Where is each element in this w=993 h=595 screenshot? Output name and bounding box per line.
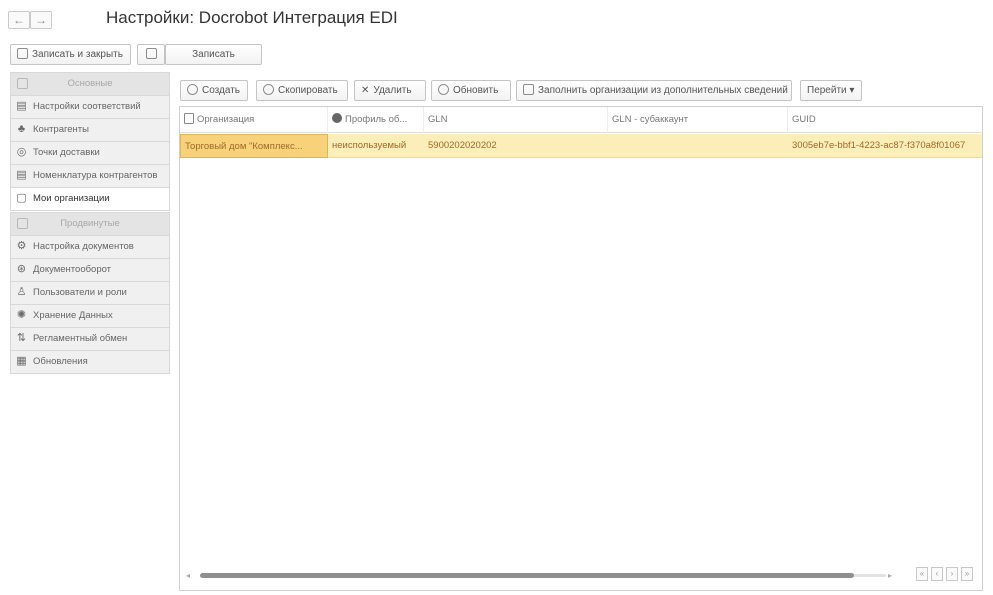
sidebar-item-updates[interactable]: ▦ Обновления bbox=[10, 351, 170, 374]
sidebar-item-mapping[interactable]: ▤ Настройки соответствий bbox=[10, 96, 170, 119]
scroll-thumb[interactable] bbox=[200, 573, 854, 578]
copy-button[interactable]: Скопировать bbox=[256, 80, 348, 101]
document-icon: ▤ bbox=[16, 169, 27, 181]
pager-first-button[interactable]: « bbox=[916, 567, 928, 581]
sidebar-item-users-roles[interactable]: ♙ Пользователи и роли bbox=[10, 282, 170, 305]
database-icon: ✺ bbox=[16, 309, 27, 321]
floppy-button[interactable] bbox=[137, 44, 165, 65]
sidebar-item-workflow[interactable]: ⊛ Документооборот bbox=[10, 259, 170, 282]
save-and-close-button[interactable]: Записать и закрыть bbox=[10, 44, 131, 65]
column-header-profile[interactable]: Профиль об... bbox=[328, 107, 424, 133]
arrow-left-icon: ← bbox=[13, 13, 25, 27]
refresh-icon bbox=[438, 84, 449, 95]
globe-icon bbox=[332, 113, 342, 123]
gear-icon: ⊛ bbox=[16, 263, 27, 275]
page-title: Настройки: Docrobot Интеграция EDI bbox=[106, 8, 398, 27]
table-row[interactable]: Торговый дом "Комплекс... неиспользуемый… bbox=[180, 134, 982, 158]
create-button[interactable]: Создать bbox=[180, 80, 248, 101]
back-button[interactable]: ← bbox=[8, 11, 30, 29]
goto-menu-button[interactable]: Перейти ▾ bbox=[800, 80, 862, 101]
sidebar-group-basic[interactable]: Основные bbox=[10, 72, 170, 96]
document-icon: ▢ bbox=[16, 192, 27, 204]
group-icon bbox=[17, 218, 28, 229]
sidebar-item-document-settings[interactable]: ⚙ Настройка документов bbox=[10, 236, 170, 259]
horizontal-scrollbar[interactable]: ◂ ▸ bbox=[186, 569, 892, 583]
delete-button[interactable]: ✕ Удалить bbox=[354, 80, 426, 101]
sidebar-item-counterparties[interactable]: ♣ Контрагенты bbox=[10, 119, 170, 142]
fill-organizations-button[interactable]: Заполнить организации из дополнительных … bbox=[516, 80, 792, 101]
people-icon: ♣ bbox=[17, 123, 26, 135]
table-header: Организация Профиль об... GLN GLN - суба… bbox=[180, 107, 982, 133]
arrow-right-icon: → bbox=[35, 13, 47, 27]
scroll-left-icon[interactable]: ◂ bbox=[186, 572, 194, 580]
sidebar-item-data-storage[interactable]: ✺ Хранение Данных bbox=[10, 305, 170, 328]
exchange-icon: ⇅ bbox=[16, 332, 27, 344]
command-bar: Записать и закрыть Записать bbox=[0, 40, 993, 66]
user-icon: ♙ bbox=[16, 286, 27, 298]
refresh-button[interactable]: Обновить bbox=[431, 80, 511, 101]
scroll-right-icon[interactable]: ▸ bbox=[888, 572, 896, 580]
pager-last-button[interactable]: » bbox=[961, 567, 973, 581]
column-header-organization[interactable]: Организация bbox=[180, 107, 328, 133]
cell-guid[interactable]: 3005eb7e-bbf1-4223-ac87-f370a8f01067 bbox=[788, 134, 982, 158]
save-close-icon bbox=[17, 48, 28, 59]
group-icon bbox=[17, 78, 28, 89]
update-icon: ▦ bbox=[16, 355, 27, 367]
document-icon: ▤ bbox=[16, 100, 27, 112]
delete-icon: ✕ bbox=[361, 85, 370, 96]
checkbox-icon bbox=[184, 113, 194, 124]
plus-circle-icon bbox=[187, 84, 198, 95]
sidebar-group-advanced[interactable]: Продвинутые bbox=[10, 212, 170, 236]
cell-gln-subaccount[interactable] bbox=[608, 134, 788, 158]
sidebar-item-my-organizations[interactable]: ▢ Мои организации bbox=[10, 188, 170, 211]
sidebar-item-scheduled-exchange[interactable]: ⇅ Регламентный обмен bbox=[10, 328, 170, 351]
sidebar-item-nomenclature[interactable]: ▤ Номенклатура контрагентов bbox=[10, 165, 170, 188]
fill-icon bbox=[523, 84, 534, 95]
pager-next-button[interactable]: › bbox=[946, 567, 958, 581]
forward-button[interactable]: → bbox=[30, 11, 52, 29]
save-button[interactable]: Записать bbox=[165, 44, 262, 65]
copy-icon bbox=[263, 84, 274, 95]
location-icon: ◎ bbox=[16, 146, 27, 158]
sidebar: Основные ▤ Настройки соответствий ♣ Контра… bbox=[10, 72, 170, 402]
pager-prev-button[interactable]: ‹ bbox=[931, 567, 943, 581]
main-panel: Создать Скопировать ✕ Удалить Обновить За… bbox=[178, 72, 984, 595]
column-header-gln-subaccount[interactable]: GLN - субаккаунт bbox=[608, 107, 788, 133]
cell-profile[interactable]: неиспользуемый bbox=[328, 134, 424, 158]
cell-gln[interactable]: 5900202020202 bbox=[424, 134, 608, 158]
title-bar: ← → Настройки: Docrobot Интеграция EDI bbox=[0, 0, 993, 38]
floppy-disk-icon bbox=[145, 48, 157, 59]
organizations-table: Организация Профиль об... GLN GLN - суба… bbox=[179, 106, 983, 591]
sidebar-item-delivery-points[interactable]: ◎ Точки доставки bbox=[10, 142, 170, 165]
cell-organization[interactable]: Торговый дом "Комплекс... bbox=[180, 134, 328, 158]
column-header-guid[interactable]: GUID bbox=[788, 107, 982, 133]
document-settings-icon: ⚙ bbox=[16, 240, 27, 252]
column-header-gln[interactable]: GLN bbox=[424, 107, 608, 133]
